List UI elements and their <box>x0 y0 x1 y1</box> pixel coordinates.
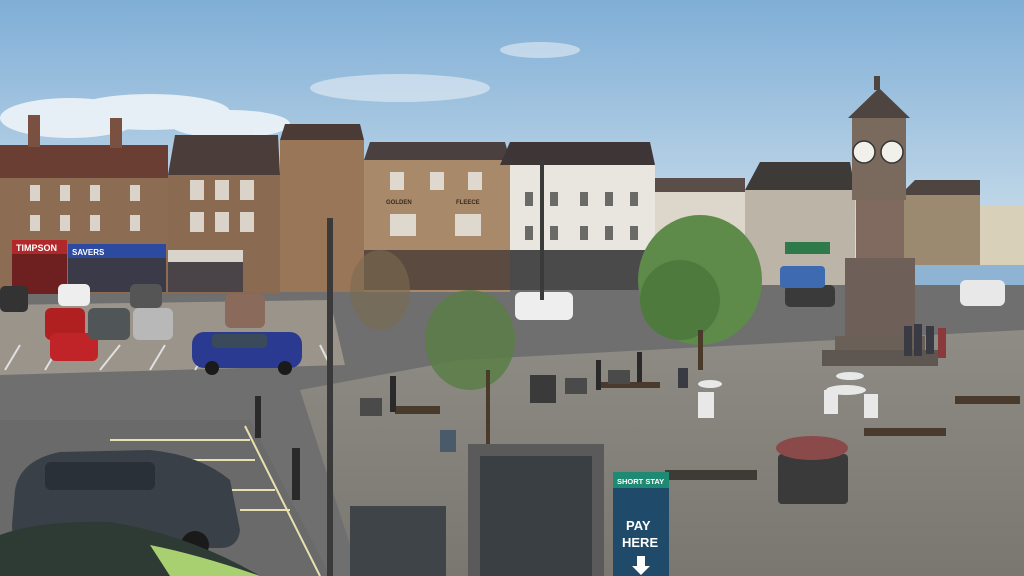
clock-face-left <box>852 140 876 164</box>
parking-sign-top-text: SHORT STAY <box>617 477 664 486</box>
bench-2 <box>955 396 1020 404</box>
silver-car <box>133 308 173 340</box>
parking-sign-here-text: HERE <box>622 535 658 550</box>
market-square-scene: TIMPSON SAVERS GOLDEN FLEECE SHORT STAY … <box>0 0 1024 576</box>
bench-1 <box>864 428 946 436</box>
planter-large <box>778 454 848 504</box>
parking-sign-pay-text: PAY <box>626 518 651 533</box>
dark-car-left <box>0 286 28 312</box>
shop-sign-timpson: TIMPSON <box>16 243 57 253</box>
van <box>780 266 825 288</box>
hotel-name-bottom: FLEECE <box>456 200 480 206</box>
bench-4 <box>395 406 440 414</box>
white-car-left <box>58 284 90 306</box>
hotel-name-top: GOLDEN <box>386 200 412 206</box>
white-car-right <box>960 280 1005 306</box>
parking-sign: SHORT STAY PAY HERE <box>613 472 669 576</box>
dark-car-right <box>785 285 835 307</box>
shop-sign-savers: SAVERS <box>72 248 105 257</box>
bench-3 <box>665 470 757 480</box>
brown-car <box>225 294 265 328</box>
clock-face-right <box>880 140 904 164</box>
grey-car-1 <box>88 308 130 340</box>
lamp-post <box>327 218 333 576</box>
grey-car-back <box>130 284 162 308</box>
